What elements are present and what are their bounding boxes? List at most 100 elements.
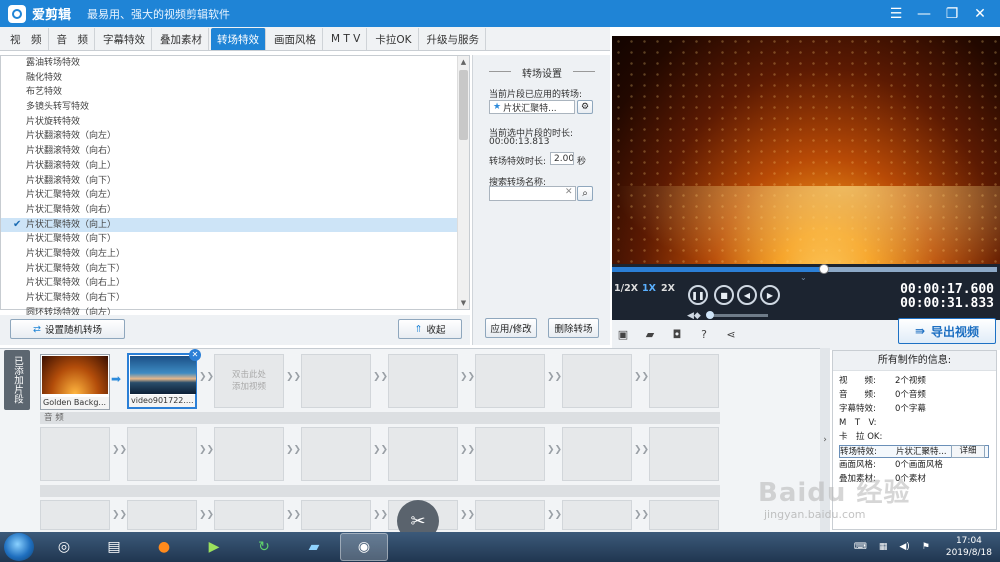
clear-search-icon[interactable]: ✕ — [565, 187, 573, 197]
new-project-icon[interactable]: ▣ — [616, 328, 630, 342]
firefox-icon[interactable]: ● — [140, 533, 188, 561]
empty-slot[interactable] — [562, 354, 632, 408]
help-icon[interactable]: ? — [697, 328, 711, 342]
slot-arrow-icon[interactable]: ❯❯ — [547, 510, 562, 520]
empty-slot[interactable] — [301, 354, 371, 408]
slot-arrow-icon[interactable]: ❯❯ — [373, 372, 388, 382]
tab-picture-style[interactable]: 画面风格 — [268, 28, 323, 50]
transition-item[interactable]: 露油转场特效 — [1, 56, 469, 71]
transition-arrow-icon[interactable]: ➡ — [111, 372, 121, 386]
transition-item[interactable]: 片状汇聚特效（向左上） — [1, 247, 469, 262]
clip-1[interactable]: Golden Backg... — [40, 354, 110, 410]
apply-button[interactable]: 应用/修改 — [485, 318, 537, 338]
transition-item[interactable]: 片状汇聚特效（向左下） — [1, 262, 469, 277]
minimize-icon[interactable]: — — [910, 0, 938, 27]
empty-slot[interactable] — [475, 354, 545, 408]
video-app-icon[interactable]: ▶ — [190, 533, 238, 561]
transition-item[interactable]: 多镜头转写特效 — [1, 100, 469, 115]
audio-slot[interactable] — [475, 427, 545, 481]
tab-subtitle-effects[interactable]: 字幕特效 — [97, 28, 152, 50]
slot-arrow-icon[interactable]: ❯❯ — [460, 445, 475, 455]
transition-item[interactable]: 片状翻滚特效（向上） — [1, 159, 469, 174]
scroll-thumb[interactable] — [459, 70, 468, 140]
speed-half[interactable]: 1/2X — [614, 283, 638, 299]
subtitle-slot[interactable] — [475, 500, 545, 530]
clock[interactable]: 17:04 2019/8/18 — [946, 535, 992, 559]
slot-arrow-icon[interactable]: ❯❯ — [634, 445, 649, 455]
search-input[interactable] — [489, 186, 576, 201]
tab-upgrade[interactable]: 升级与服务 — [421, 28, 486, 50]
transition-item[interactable]: 片状汇聚特效（向下） — [1, 232, 469, 247]
preview-transition-icon[interactable]: ⚙ — [577, 100, 593, 114]
random-transition-button[interactable]: ⇄ 设置随机转场 — [10, 319, 125, 339]
audio-slot[interactable] — [388, 427, 458, 481]
audio-slot[interactable] — [562, 427, 632, 481]
slot-arrow-icon[interactable]: ❯❯ — [634, 372, 649, 382]
transition-item[interactable]: 片状翻滚特效（向左） — [1, 129, 469, 144]
empty-slot[interactable] — [388, 354, 458, 408]
prev-frame-icon[interactable]: ◀ — [737, 285, 757, 305]
slot-arrow-icon[interactable]: ❯❯ — [286, 510, 301, 520]
tab-video[interactable]: 视 频 — [4, 28, 49, 50]
update-app-icon[interactable]: ↻ — [240, 533, 288, 561]
empty-slot[interactable]: 双击此处 添加视频 — [214, 354, 284, 408]
slot-arrow-icon[interactable]: ❯❯ — [112, 445, 127, 455]
list-scrollbar[interactable]: ▲ ▼ — [457, 56, 469, 309]
audio-slot[interactable] — [301, 427, 371, 481]
search-icon[interactable]: ⌕ — [577, 186, 593, 201]
empty-slot[interactable] — [649, 354, 719, 408]
transition-item[interactable]: 片状旋转特效 — [1, 115, 469, 130]
transition-item[interactable]: 片状汇聚特效（向左） — [1, 188, 469, 203]
slot-arrow-icon[interactable]: ❯❯ — [199, 510, 214, 520]
slot-arrow-icon[interactable]: ❯❯ — [199, 372, 214, 382]
slot-arrow-icon[interactable]: ❯❯ — [286, 445, 301, 455]
scroll-up-icon[interactable]: ▲ — [458, 56, 469, 68]
tab-mtv[interactable]: M T V — [325, 28, 368, 50]
audio-slot[interactable] — [127, 427, 197, 481]
slot-arrow-icon[interactable]: ❯❯ — [112, 510, 127, 520]
transition-item[interactable]: 布艺特效 — [1, 85, 469, 100]
collapse-button[interactable]: ⇑ 收起 — [398, 319, 462, 339]
transition-item[interactable]: 片状汇聚特效（向右上） — [1, 276, 469, 291]
subtitle-slot[interactable] — [127, 500, 197, 530]
slot-arrow-icon[interactable]: ❯❯ — [460, 510, 475, 520]
tab-overlay[interactable]: 叠加素材 — [154, 28, 209, 50]
slot-arrow-icon[interactable]: ❯❯ — [634, 510, 649, 520]
speed-1x[interactable]: 1X — [642, 283, 656, 299]
slot-arrow-icon[interactable]: ❯❯ — [286, 372, 301, 382]
slot-arrow-icon[interactable]: ❯❯ — [547, 372, 562, 382]
subtitle-slot[interactable] — [214, 500, 284, 530]
delete-transition-button[interactable]: 删除转场 — [548, 318, 599, 338]
share-icon[interactable]: ⋖ — [724, 328, 738, 342]
keyboard-icon[interactable]: ⌨ — [854, 542, 867, 552]
save-icon[interactable]: ◘ — [670, 328, 684, 342]
speed-2x[interactable]: 2X — [661, 283, 675, 299]
transition-item[interactable]: 片状汇聚特效（向右下） — [1, 291, 469, 306]
aijianji-taskbar-icon[interactable]: ◉ — [340, 533, 388, 561]
seek-bar[interactable] — [612, 264, 997, 274]
open-folder-icon[interactable]: ▰ — [643, 328, 657, 342]
subtitle-slot[interactable] — [301, 500, 371, 530]
clip-2[interactable]: video901722.... — [127, 353, 197, 409]
audio-slot[interactable] — [214, 427, 284, 481]
export-video-button[interactable]: ⇛ 导出视频 — [898, 318, 996, 344]
tab-audio[interactable]: 音 频 — [51, 28, 95, 50]
transition-item[interactable]: 片状汇聚特效（向右） — [1, 203, 469, 218]
video-preview[interactable] — [612, 36, 1000, 264]
seek-knob[interactable] — [818, 264, 829, 274]
scroll-down-icon[interactable]: ▼ — [458, 297, 469, 309]
slot-arrow-icon[interactable]: ❯❯ — [460, 372, 475, 382]
menu-icon[interactable]: ☰ — [882, 0, 910, 27]
remove-clip-icon[interactable]: ✕ — [189, 349, 201, 361]
file-explorer-icon[interactable]: ▤ — [90, 533, 138, 561]
slot-arrow-icon[interactable]: ❯❯ — [547, 445, 562, 455]
slot-arrow-icon[interactable]: ❯❯ — [373, 510, 388, 520]
tab-transitions[interactable]: 转场特效 — [211, 28, 266, 50]
stop-icon[interactable]: ■ — [714, 285, 734, 305]
effect-length-input[interactable]: 2.00 — [550, 152, 574, 165]
subtitle-slot[interactable] — [40, 500, 110, 530]
subtitle-slot[interactable] — [649, 500, 719, 530]
transition-item[interactable]: ✔ 片状汇聚特效（向上） — [1, 217, 469, 233]
expand-chevron-icon[interactable]: ⌄ — [800, 273, 807, 282]
media-player-icon[interactable]: ◎ — [40, 533, 88, 561]
